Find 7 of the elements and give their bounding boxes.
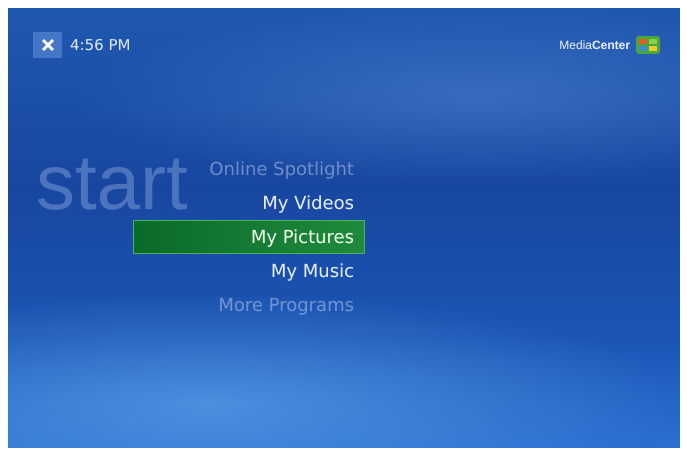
- close-icon: [40, 38, 54, 52]
- app-logo-text: MediaCenter: [559, 38, 630, 52]
- clock-time: 4:56 PM: [70, 36, 130, 54]
- close-button[interactable]: [33, 32, 62, 58]
- menu-item[interactable]: My Music: [133, 254, 365, 288]
- flag-logo-icon: [636, 36, 660, 54]
- menu-item[interactable]: My Pictures: [133, 220, 365, 254]
